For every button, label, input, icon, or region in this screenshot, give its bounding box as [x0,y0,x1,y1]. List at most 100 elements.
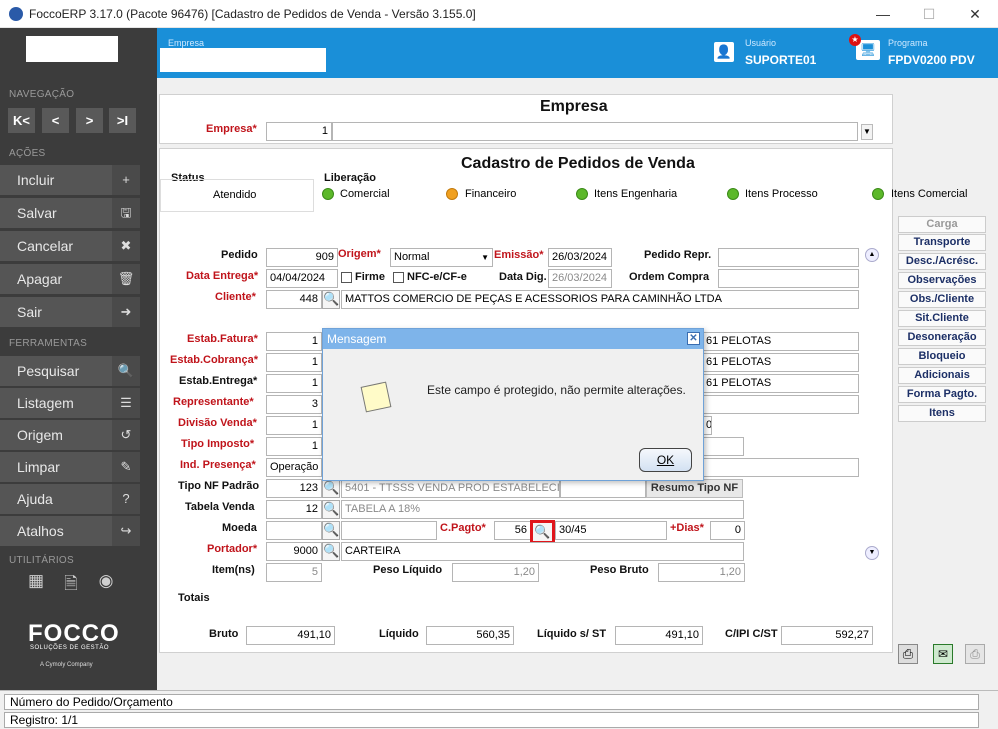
atalhos-button[interactable]: Atalhos ↪ [0,516,140,546]
empresa-name-field[interactable] [332,122,858,141]
calculator-icon[interactable]: ▦ [25,571,47,593]
tipo-nf-search-icon[interactable]: 🔍 [322,479,340,498]
tipo-imposto-field[interactable]: 1 [266,437,322,456]
desc-acresc-button[interactable]: Desc./Acrésc. [898,253,986,270]
cliente-name-field[interactable]: MATTOS COMERCIO DE PEÇAS E ACESSORIOS PA… [341,290,859,309]
empresa-code-field[interactable]: 1 [266,122,332,141]
tipo-nf-name[interactable]: 5401 - TTSSS VENDA PROD ESTABELECIME [341,479,560,498]
origem-button[interactable]: Origem ↺ [0,420,140,450]
cliente-code-field[interactable]: 448 [266,290,322,309]
firme-checkbox[interactable] [341,272,352,283]
cpagto-search-icon[interactable]: 🔍 [530,520,555,544]
apagar-button[interactable]: Apagar 🗑 [0,264,140,294]
scroll-down-icon[interactable]: ▼ [865,546,879,560]
pedido-field[interactable]: 909 [266,248,338,267]
cpagto-field[interactable]: 56 [494,521,531,540]
incluir-button[interactable]: Incluir + [0,165,140,195]
portador-field[interactable]: 9000 [266,542,322,561]
emissao-field[interactable]: 26/03/2024 [548,248,612,267]
transporte-button[interactable]: Transporte [898,234,986,251]
carga-button[interactable]: Carga [898,216,986,233]
resumo-tipo-nf-button[interactable]: Resumo Tipo NF [646,479,743,498]
close-button[interactable]: ✕ [952,0,998,28]
prev-record-button[interactable]: < [42,108,69,133]
tipo-nf-field[interactable]: 123 [266,479,322,498]
minimize-button[interactable]: — [860,0,906,28]
pedido-repr-field[interactable] [718,248,859,267]
tipo-nf-extra[interactable] [560,479,646,498]
itens-button[interactable]: Itens [898,405,986,422]
bruto-field[interactable]: 491,10 [246,626,335,645]
ajuda-button[interactable]: Ajuda? [0,484,140,514]
bloqueio-button[interactable]: Bloqueio [898,348,986,365]
dialog-ok-button[interactable]: OK [639,448,692,472]
portador-search-icon[interactable]: 🔍 [322,542,340,561]
sair-button[interactable]: Sair ➜ [0,297,140,327]
cpagto-name[interactable]: 30/45 [555,521,667,540]
email-icon[interactable]: ✉ [933,644,953,664]
estab-cobranca-field[interactable]: 1 [266,353,322,372]
data-dig-field[interactable]: 26/03/2024 [548,269,612,288]
list-icon: ☰ [112,388,140,418]
estab-cobranca-name[interactable]: 61 PELOTAS [702,353,859,372]
empresa-dropdown-chevron-icon[interactable]: ▼ [861,124,873,140]
first-record-button[interactable]: K< [8,108,35,133]
scroll-up-icon[interactable]: ▲ [865,248,879,262]
cliente-search-icon[interactable]: 🔍 [322,290,340,309]
excel-icon[interactable]: 🗎 [60,571,82,593]
print-preview-icon[interactable]: ⎙ [965,644,985,664]
portador-name[interactable]: CARTEIRA [341,542,744,561]
moeda-name[interactable] [341,521,437,540]
cancelar-button[interactable]: Cancelar ✖ [0,231,140,261]
tabela-venda-search-icon[interactable]: 🔍 [322,500,340,519]
origem-select[interactable]: Normal ▼ [390,248,493,267]
estab-entrega-field[interactable]: 1 [266,374,322,393]
programa-label: Programa [888,38,928,48]
peso-liquido-field[interactable]: 1,20 [452,563,539,582]
camera-icon[interactable]: ◉ [95,571,117,593]
representante-field[interactable]: 3 [266,395,322,414]
sit-cliente-button[interactable]: Sit.Cliente [898,310,986,327]
divisao-field[interactable]: 1 [266,416,322,435]
dialog-close-icon[interactable]: ✕ [687,332,700,345]
nfc-label: NFC-e/CF-e [407,271,467,283]
cipi-field[interactable]: 592,27 [781,626,873,645]
ordem-compra-label: Ordem Compra [629,271,710,283]
liquido-field[interactable]: 560,35 [426,626,514,645]
liquido-st-field[interactable]: 491,10 [615,626,703,645]
obs-cliente-button[interactable]: Obs./Cliente [898,291,986,308]
adicionais-button[interactable]: Adicionais [898,367,986,384]
forma-pagto-button[interactable]: Forma Pagto. [898,386,986,403]
estab-entrega-name[interactable]: 61 PELOTAS [702,374,859,393]
check-icon-comercial [322,188,334,200]
estab-fatura-field[interactable]: 1 [266,332,322,351]
focco-tagline: SOLUÇÕES DE GESTÃO [30,645,110,651]
moeda-field[interactable] [266,521,322,540]
nfc-checkbox[interactable] [393,272,404,283]
peso-bruto-field[interactable]: 1,20 [658,563,745,582]
pesquisar-button[interactable]: Pesquisar 🔍 [0,356,140,386]
desoneracao-button[interactable]: Desoneração [898,329,986,346]
dias-field[interactable]: 0 [710,521,745,540]
tipo-imposto-extra[interactable] [702,437,744,456]
moeda-search-icon[interactable]: 🔍 [322,521,340,540]
ind-presenca-desc[interactable] [702,458,859,477]
tabela-venda-field[interactable]: 12 [266,500,322,519]
next-record-button[interactable]: > [76,108,103,133]
tabela-venda-name[interactable]: TABELA A 18% [341,500,744,519]
ind-presenca-field[interactable]: Operação [266,458,322,477]
moeda-label: Moeda [222,522,257,534]
observacoes-button[interactable]: Observações [898,272,986,289]
printer-icon[interactable]: ⎙ [898,644,918,664]
representante-name[interactable] [702,395,859,414]
salvar-button[interactable]: Salvar 🖫 [0,198,140,228]
maximize-button[interactable]: ☐ [906,0,952,28]
listagem-button[interactable]: Listagem ☰ [0,388,140,418]
data-entrega-field[interactable]: 04/04/2024 [266,269,338,288]
itens-field[interactable]: 5 [266,563,322,582]
limpar-button[interactable]: Limpar ✎ [0,452,140,482]
ordem-compra-field[interactable] [718,269,859,288]
shortcut-icon: ↪ [112,516,140,546]
last-record-button[interactable]: >I [109,108,136,133]
estab-fatura-name[interactable]: 61 PELOTAS [702,332,859,351]
